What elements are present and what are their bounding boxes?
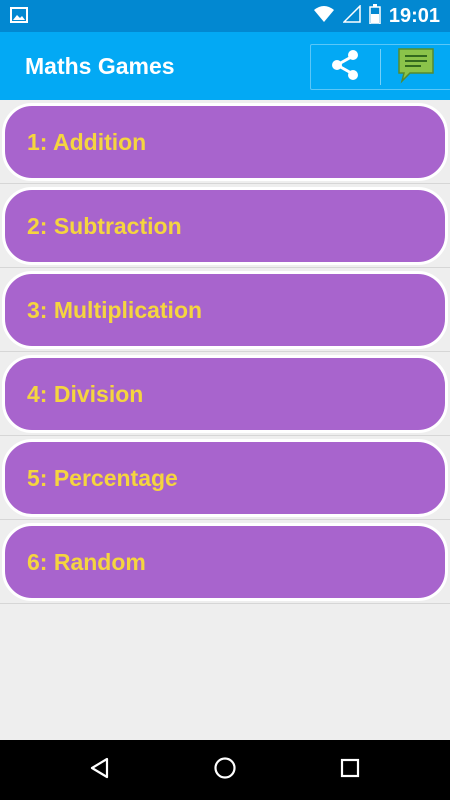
comment-icon (396, 46, 436, 89)
back-button[interactable] (60, 740, 140, 800)
random-button[interactable]: 6: Random (2, 523, 448, 601)
action-group (310, 44, 450, 90)
status-clock: 19:01 (388, 4, 440, 27)
subtraction-label: 2: Subtraction (27, 212, 182, 239)
image-notification-icon (10, 7, 28, 28)
list-item: 3: Multiplication (0, 268, 450, 352)
game-menu-list: 1: Addition 2: Subtraction 3: Multiplica… (0, 100, 450, 604)
share-icon (328, 48, 362, 87)
app-title: Maths Games (25, 53, 175, 79)
cellular-signal-icon (342, 3, 361, 28)
random-label: 6: Random (27, 548, 146, 575)
recent-apps-button[interactable] (310, 740, 390, 800)
division-button[interactable]: 4: Division (2, 355, 448, 433)
home-icon (213, 756, 237, 785)
list-item: 5: Percentage (0, 436, 450, 520)
wifi-icon (313, 5, 335, 28)
multiplication-label: 3: Multiplication (27, 296, 203, 323)
app-bar: Maths Games (0, 32, 450, 100)
addition-button[interactable]: 1: Addition (2, 103, 448, 181)
action-divider (380, 49, 381, 85)
percentage-label: 5: Percentage (27, 464, 178, 491)
list-item: 4: Division (0, 352, 450, 436)
home-button[interactable] (185, 740, 265, 800)
status-bar: 19:01 (0, 0, 450, 32)
multiplication-button[interactable]: 3: Multiplication (2, 271, 448, 349)
division-label: 4: Division (27, 380, 144, 407)
battery-icon (369, 3, 381, 29)
share-button[interactable] (311, 45, 379, 89)
subtraction-button[interactable]: 2: Subtraction (2, 187, 448, 265)
comment-button[interactable] (383, 45, 449, 89)
list-item: 2: Subtraction (0, 184, 450, 268)
addition-label: 1: Addition (27, 128, 147, 155)
navigation-bar (0, 740, 450, 800)
percentage-button[interactable]: 5: Percentage (2, 439, 448, 517)
list-item: 6: Random (0, 520, 450, 604)
list-item: 1: Addition (0, 100, 450, 184)
back-icon (88, 756, 112, 785)
recent-apps-icon (339, 757, 361, 784)
status-indicators: 19:01 (313, 3, 440, 29)
